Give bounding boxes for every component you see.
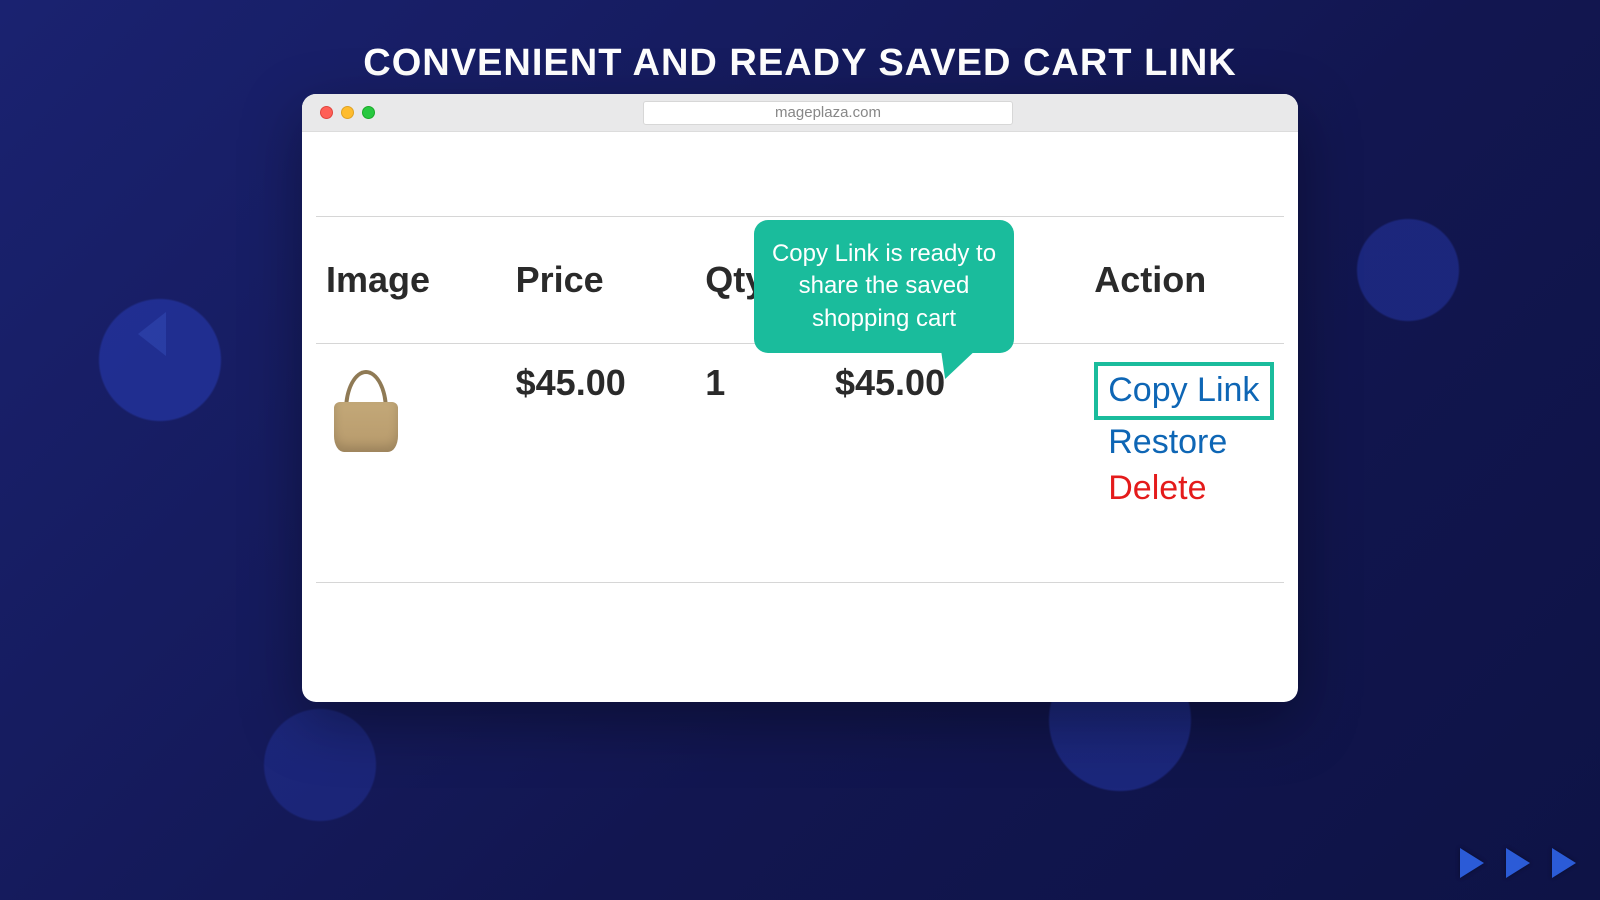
delete-action[interactable]: Delete — [1094, 466, 1274, 512]
cell-qty: 1 — [695, 344, 825, 583]
decorative-chevron-icon — [138, 312, 166, 356]
cell-subtotal: $45.00 — [825, 344, 1084, 583]
next-arrow-icon[interactable] — [1552, 848, 1576, 878]
copy-link-action[interactable]: Copy Link — [1094, 362, 1274, 420]
address-bar[interactable]: mageplaza.com — [643, 101, 1013, 125]
window-zoom-icon[interactable] — [362, 106, 375, 119]
table-row: $45.00 1 $45.00 Copy Link Restore Delete — [316, 344, 1284, 583]
window-close-icon[interactable] — [320, 106, 333, 119]
col-header-image: Image — [316, 217, 506, 344]
next-arrow-icon[interactable] — [1506, 848, 1530, 878]
page-content: Image Price Qty Action $ — [302, 132, 1298, 583]
col-header-action: Action — [1084, 217, 1284, 344]
next-arrow-icon[interactable] — [1460, 848, 1484, 878]
col-header-price: Price — [506, 217, 696, 344]
cell-price: $45.00 — [506, 344, 696, 583]
window-minimize-icon[interactable] — [341, 106, 354, 119]
slide-nav — [1460, 848, 1576, 878]
browser-title-bar: mageplaza.com — [302, 94, 1298, 132]
copy-link-tooltip: Copy Link is ready to share the saved sh… — [754, 220, 1014, 353]
restore-action[interactable]: Restore — [1094, 420, 1274, 466]
product-image — [326, 368, 406, 458]
hero-title: CONVENIENT AND READY SAVED CART LINK — [0, 0, 1600, 85]
browser-window: mageplaza.com Image Price Qty Action — [302, 94, 1298, 702]
